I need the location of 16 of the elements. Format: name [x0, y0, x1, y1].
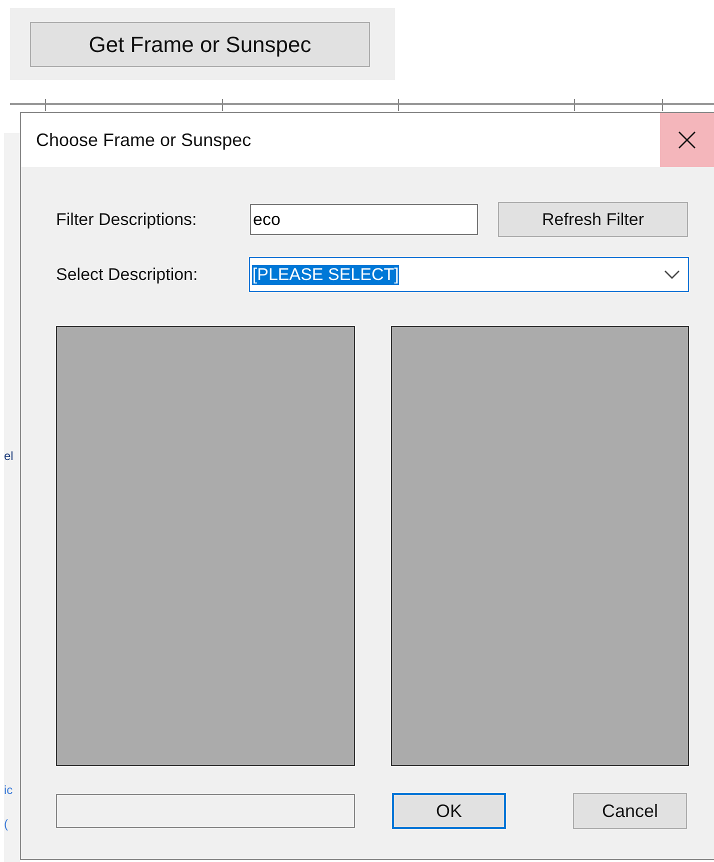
filter-field[interactable]: eco — [250, 204, 478, 235]
close-button[interactable] — [660, 113, 714, 167]
cell-text: ic — [4, 783, 14, 797]
dropdown-value: [PLEASE SELECT] — [252, 264, 399, 284]
refresh-filter-button[interactable]: Refresh Filter — [498, 202, 688, 237]
chevron-down-icon — [664, 270, 680, 280]
field-label: Filter Descriptions: — [56, 210, 198, 230]
get-frame-button[interactable]: Get Frame or Sunspec — [30, 22, 370, 67]
close-icon — [678, 131, 696, 149]
field-label: Select Description: — [56, 264, 199, 284]
window-title: Choose Frame or Sunspec — [36, 130, 252, 150]
dialog-button[interactable]: Cancel — [573, 793, 687, 829]
description-dropdown[interactable]: [PLEASE SELECT] — [249, 257, 689, 292]
cell-text: ( — [4, 817, 9, 831]
cell-text: el — [4, 449, 14, 463]
dialog-button[interactable]: OK — [392, 793, 506, 829]
